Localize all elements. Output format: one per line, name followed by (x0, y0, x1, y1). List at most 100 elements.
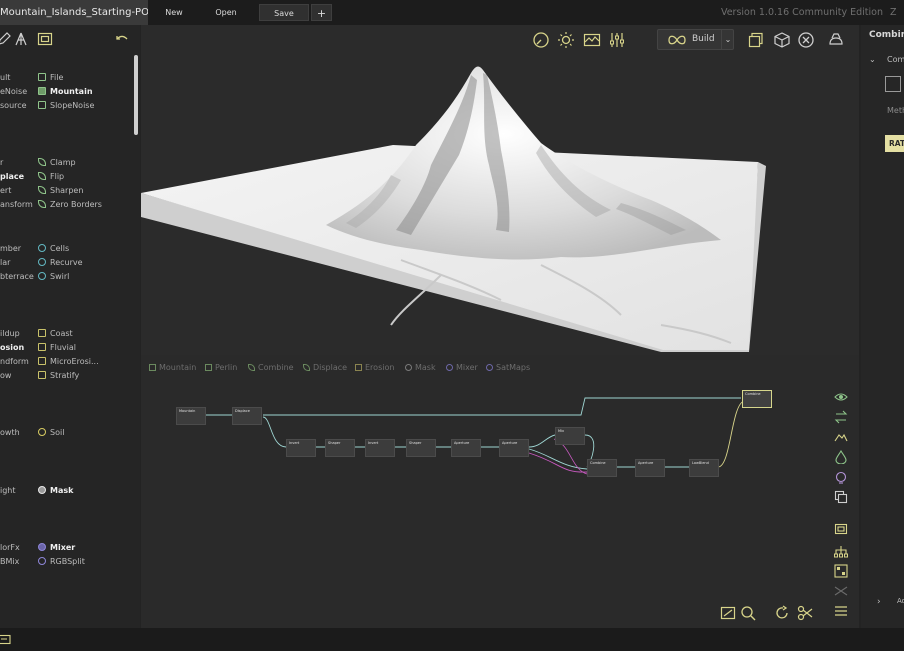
chevron-right-icon[interactable]: › (877, 597, 881, 607)
library-item[interactable]: Flip (38, 171, 64, 183)
library-item[interactable]: Recurve (38, 257, 83, 269)
library-item[interactable]: Soil (38, 427, 64, 439)
fit-view-icon[interactable] (720, 605, 736, 621)
build-dropdown[interactable]: ⌄ (721, 29, 734, 50)
chevron-down-icon[interactable]: ⌄ (869, 55, 876, 64)
shuffle-icon[interactable] (834, 584, 848, 598)
pencil-icon[interactable] (0, 31, 12, 47)
library-item[interactable]: File (38, 72, 63, 84)
mountain-eye-icon[interactable] (834, 430, 848, 444)
terrain-render (141, 66, 766, 352)
graph-node[interactable]: LowBlend (689, 459, 719, 477)
graph-node[interactable]: Aperture (499, 439, 529, 457)
hierarchy-icon[interactable] (834, 545, 848, 559)
node-type-icon (38, 329, 46, 337)
sliders-icon[interactable] (608, 31, 626, 49)
undo-icon[interactable] (114, 31, 130, 47)
library-item[interactable]: Zero Borders (38, 199, 102, 211)
cube-icon[interactable] (773, 31, 791, 49)
grid-nodes-icon[interactable] (834, 564, 848, 578)
library-item[interactable]: Stratify (38, 370, 79, 382)
frame-icon[interactable] (834, 522, 848, 536)
graph-node[interactable]: Combine (742, 390, 772, 408)
preview-icon[interactable] (37, 31, 53, 47)
terrain-viewport[interactable]: Build ⌄ (141, 25, 859, 355)
library-item-label: MicroErosi... (50, 357, 99, 366)
tree-icon[interactable] (13, 31, 29, 47)
library-item[interactable]: Clamp (38, 157, 76, 169)
library-item-left[interactable]: ndform (0, 356, 29, 368)
terrain-profile-icon[interactable] (583, 31, 601, 49)
library-item[interactable]: SlopeNoise (38, 100, 94, 112)
library-item-left[interactable]: ow (0, 370, 11, 382)
library-item-left[interactable]: BMix (0, 556, 19, 568)
library-item-left[interactable]: owth (0, 427, 20, 439)
library-item-left[interactable]: ildup (0, 328, 20, 340)
library-item[interactable]: Coast (38, 328, 73, 340)
library-scrollbar[interactable] (134, 55, 138, 135)
library-item-left[interactable]: eNoise (0, 86, 27, 98)
folder-icon[interactable] (0, 633, 12, 645)
library-item-left[interactable]: r (0, 157, 3, 169)
advanced-label[interactable]: Ad (897, 597, 904, 605)
graph-node[interactable]: Aperture (451, 439, 481, 457)
status-bar (0, 628, 904, 651)
save-button[interactable]: Save (259, 4, 309, 21)
library-item-label: Recurve (50, 258, 83, 267)
bulb-icon[interactable] (834, 470, 848, 484)
library-item[interactable]: Mixer (38, 542, 75, 554)
library-item-left[interactable]: bterrace (0, 271, 34, 283)
ratio-button[interactable]: RAT (885, 135, 904, 152)
clock-icon[interactable] (532, 31, 550, 49)
library-item-left[interactable]: place (0, 171, 24, 183)
close-circle-icon[interactable] (797, 31, 815, 49)
refresh-icon[interactable] (774, 605, 790, 621)
library-item-left[interactable]: ult (0, 72, 10, 84)
library-item[interactable]: MicroErosi... (38, 356, 99, 368)
eye-icon[interactable] (834, 390, 848, 404)
build-label: Build (692, 34, 715, 44)
open-button[interactable]: Open (210, 4, 242, 21)
library-item-left[interactable]: ert (0, 185, 11, 197)
library-item[interactable]: Fluvial (38, 342, 76, 354)
document-tab[interactable]: Mountain_Islands_Starting-POint.tor (0, 0, 148, 25)
properties-section-label[interactable]: Com (887, 55, 904, 64)
library-item-left[interactable]: source (0, 100, 27, 112)
graph-node[interactable]: Shaper (406, 439, 436, 457)
graph-node[interactable]: Mountain (176, 407, 206, 425)
library-item-left[interactable]: lar (0, 257, 10, 269)
zoom-icon[interactable] (740, 605, 756, 621)
library-item[interactable]: Swirl (38, 271, 69, 283)
library-item-left[interactable]: lorFx (0, 542, 20, 554)
graph-node[interactable]: Mix (555, 427, 585, 445)
library-item-left[interactable]: osion (0, 342, 24, 354)
graph-node[interactable]: Invert (365, 439, 395, 457)
properties-checkbox[interactable] (885, 76, 901, 92)
library-item[interactable]: RGBSplit (38, 556, 85, 568)
library-item[interactable]: Mask (38, 485, 73, 497)
graph-node[interactable]: Invert (286, 439, 316, 457)
graph-node[interactable]: Displace (232, 407, 262, 425)
drop-icon[interactable] (834, 450, 848, 464)
new-button[interactable]: New (156, 4, 192, 21)
graph-node[interactable]: Aperture (635, 459, 665, 477)
library-item-label: Sharpen (50, 186, 84, 195)
layers-icon[interactable] (747, 31, 765, 49)
library-item[interactable]: Sharpen (38, 185, 83, 197)
node-graph[interactable]: Mountain Perlin Combine Displace Erosion Mask… (141, 355, 859, 628)
properties-panel: Combine ⌄ Com Meth RAT › Ad (861, 25, 904, 628)
camera-icon[interactable] (827, 31, 845, 49)
copy-icon[interactable] (834, 490, 848, 504)
scissors-icon[interactable] (797, 605, 813, 621)
library-item-left[interactable]: ight (0, 485, 16, 497)
library-item-left[interactable]: mber (0, 243, 21, 255)
menu-icon[interactable] (834, 604, 848, 618)
graph-node[interactable]: Combine (587, 459, 617, 477)
library-item[interactable]: Mountain (38, 86, 93, 98)
sun-icon[interactable] (557, 31, 575, 49)
library-item[interactable]: Cells (38, 243, 69, 255)
graph-node[interactable]: Shaper (325, 439, 355, 457)
swap-icon[interactable] (834, 410, 848, 424)
library-item-left[interactable]: ansform (0, 199, 33, 211)
add-tab-button[interactable]: + (311, 4, 332, 21)
